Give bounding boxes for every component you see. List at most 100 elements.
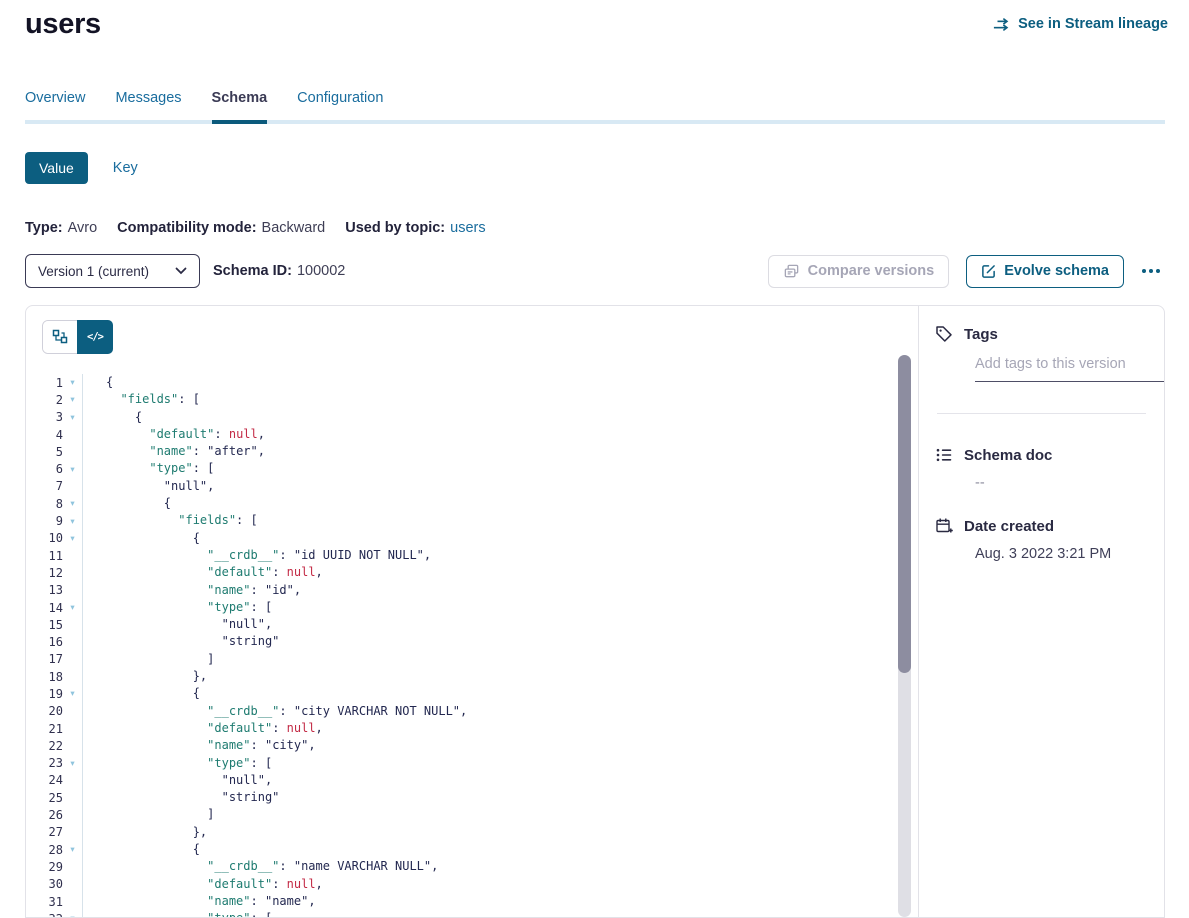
tab-messages[interactable]: Messages [115,90,181,120]
code-line[interactable]: 16 "string" [26,633,918,650]
line-number: 21 [26,722,63,736]
line-number: 14 [26,601,63,615]
line-number: 10 [26,531,63,545]
code-line[interactable]: 7 "null", [26,478,918,495]
date-created-value: Aug. 3 2022 3:21 PM [975,546,1148,562]
stream-lineage-link[interactable]: See in Stream lineage [993,16,1168,32]
tab-overview[interactable]: Overview [25,90,85,120]
code-line[interactable]: 19▾ { [26,685,918,702]
schema-code-editor[interactable]: </> 1▾{2▾ "fields": [3▾ {4 "default": nu… [26,306,918,917]
line-number: 30 [26,877,63,891]
code-line[interactable]: 4 "default": null, [26,426,918,443]
tab-schema[interactable]: Schema [212,90,268,120]
code-line[interactable]: 13 "name": "id", [26,582,918,599]
code-line[interactable]: 28▾ { [26,841,918,858]
stream-lineage-icon [993,17,1011,32]
code-line[interactable]: 17 ] [26,651,918,668]
page-title: users [25,8,101,41]
code-line[interactable]: 27 }, [26,824,918,841]
schema-doc-value: -- [975,475,1148,491]
code-line[interactable]: 31 "name": "name", [26,893,918,910]
evolve-schema-button[interactable]: Evolve schema [966,255,1124,288]
code-line[interactable]: 10▾ { [26,530,918,547]
fold-toggle-icon[interactable]: ▾ [63,910,82,917]
code-line[interactable]: 26 ] [26,806,918,823]
code-line[interactable]: 18 }, [26,668,918,685]
doc-list-icon [935,446,953,464]
editor-scrollbar-thumb[interactable] [898,355,911,673]
line-number: 32 [26,912,63,917]
code-line[interactable]: 8▾ { [26,495,918,512]
fold-toggle-icon[interactable]: ▾ [63,841,82,858]
code-line[interactable]: 9▾ "fields": [ [26,512,918,529]
sidebar-divider [937,413,1146,414]
code-line[interactable]: 30 "default": null, [26,876,918,893]
chevron-down-icon [175,267,187,275]
fold-toggle-icon[interactable]: ▾ [63,409,82,426]
editor-scrollbar-track[interactable] [898,355,911,917]
more-actions-button[interactable] [1137,255,1165,288]
fold-toggle-icon[interactable]: ▾ [63,461,82,478]
line-number: 22 [26,739,63,753]
fold-toggle-icon[interactable]: ▾ [63,599,82,616]
version-select[interactable]: Version 1 (current) [25,254,200,288]
code-line[interactable]: 12 "default": null, [26,564,918,581]
code-line[interactable]: 6▾ "type": [ [26,460,918,477]
line-number: 5 [26,445,63,459]
tags-heading: Tags [935,325,1148,343]
line-number: 3 [26,410,63,424]
add-tags-input[interactable] [975,356,1165,382]
versions-icon [783,263,800,280]
code-line[interactable]: 14▾ "type": [ [26,599,918,616]
code-line[interactable]: 2▾ "fields": [ [26,391,918,408]
topic-users-link[interactable]: users [450,220,485,236]
code-line[interactable]: 21 "default": null, [26,720,918,737]
schema-id: Schema ID:100002 [213,263,345,279]
compare-versions-button[interactable]: Compare versions [768,255,950,288]
schema-panel: </> 1▾{2▾ "fields": [3▾ {4 "default": nu… [25,305,1165,918]
key-tab-link[interactable]: Key [113,160,138,176]
schema-page: { "header": { "title": "users", "lineage… [0,0,1189,916]
code-view-icon: </> [87,331,103,343]
editor-view-toggle: </> [42,320,113,354]
code-line[interactable]: 25 "string" [26,789,918,806]
line-number: 25 [26,791,63,805]
code-line[interactable]: 1▾{ [26,374,918,391]
fold-toggle-icon[interactable]: ▾ [63,391,82,408]
line-number: 9 [26,514,63,528]
code-line[interactable]: 3▾ { [26,409,918,426]
schema-sidebar: Tags Schema doc -- [918,306,1164,917]
line-number: 13 [26,583,63,597]
tab-configuration[interactable]: Configuration [297,90,383,120]
code-line[interactable]: 29 "__crdb__": "name VARCHAR NULL", [26,858,918,875]
code-line[interactable]: 22 "name": "city", [26,737,918,754]
fold-toggle-icon[interactable]: ▾ [63,530,82,547]
code-line[interactable]: 20 "__crdb__": "city VARCHAR NOT NULL", [26,703,918,720]
fold-toggle-icon[interactable]: ▾ [63,513,82,530]
line-number: 31 [26,895,63,909]
fold-toggle-icon[interactable]: ▾ [63,495,82,512]
line-number: 20 [26,704,63,718]
tree-view-button[interactable] [43,321,77,353]
line-number: 29 [26,860,63,874]
line-number: 23 [26,756,63,770]
fold-toggle-icon[interactable]: ▾ [63,685,82,702]
code-line[interactable]: 23▾ "type": [ [26,755,918,772]
code-line[interactable]: 5 "name": "after", [26,443,918,460]
code-view-button[interactable]: </> [77,320,113,354]
fold-toggle-icon[interactable]: ▾ [63,755,82,772]
code-line[interactable]: 15 "null", [26,616,918,633]
code-lines: 1▾{2▾ "fields": [3▾ {4 "default": null,5… [26,374,918,917]
schema-controls: Version 1 (current) Schema ID:100002 Com… [25,254,1165,288]
value-tab-button[interactable]: Value [25,152,88,184]
line-number: 12 [26,566,63,580]
date-created-heading: Date created [935,517,1148,535]
meta-topic: Used by topic:users [345,220,485,236]
code-line[interactable]: 24 "null", [26,772,918,789]
fold-toggle-icon[interactable]: ▾ [63,374,82,391]
code-line[interactable]: 11 "__crdb__": "id UUID NOT NULL", [26,547,918,564]
schema-doc-heading: Schema doc [935,446,1148,464]
meta-type: Type:Avro [25,220,97,236]
tab-bar: Overview Messages Schema Configuration [25,90,1165,124]
line-number: 19 [26,687,63,701]
